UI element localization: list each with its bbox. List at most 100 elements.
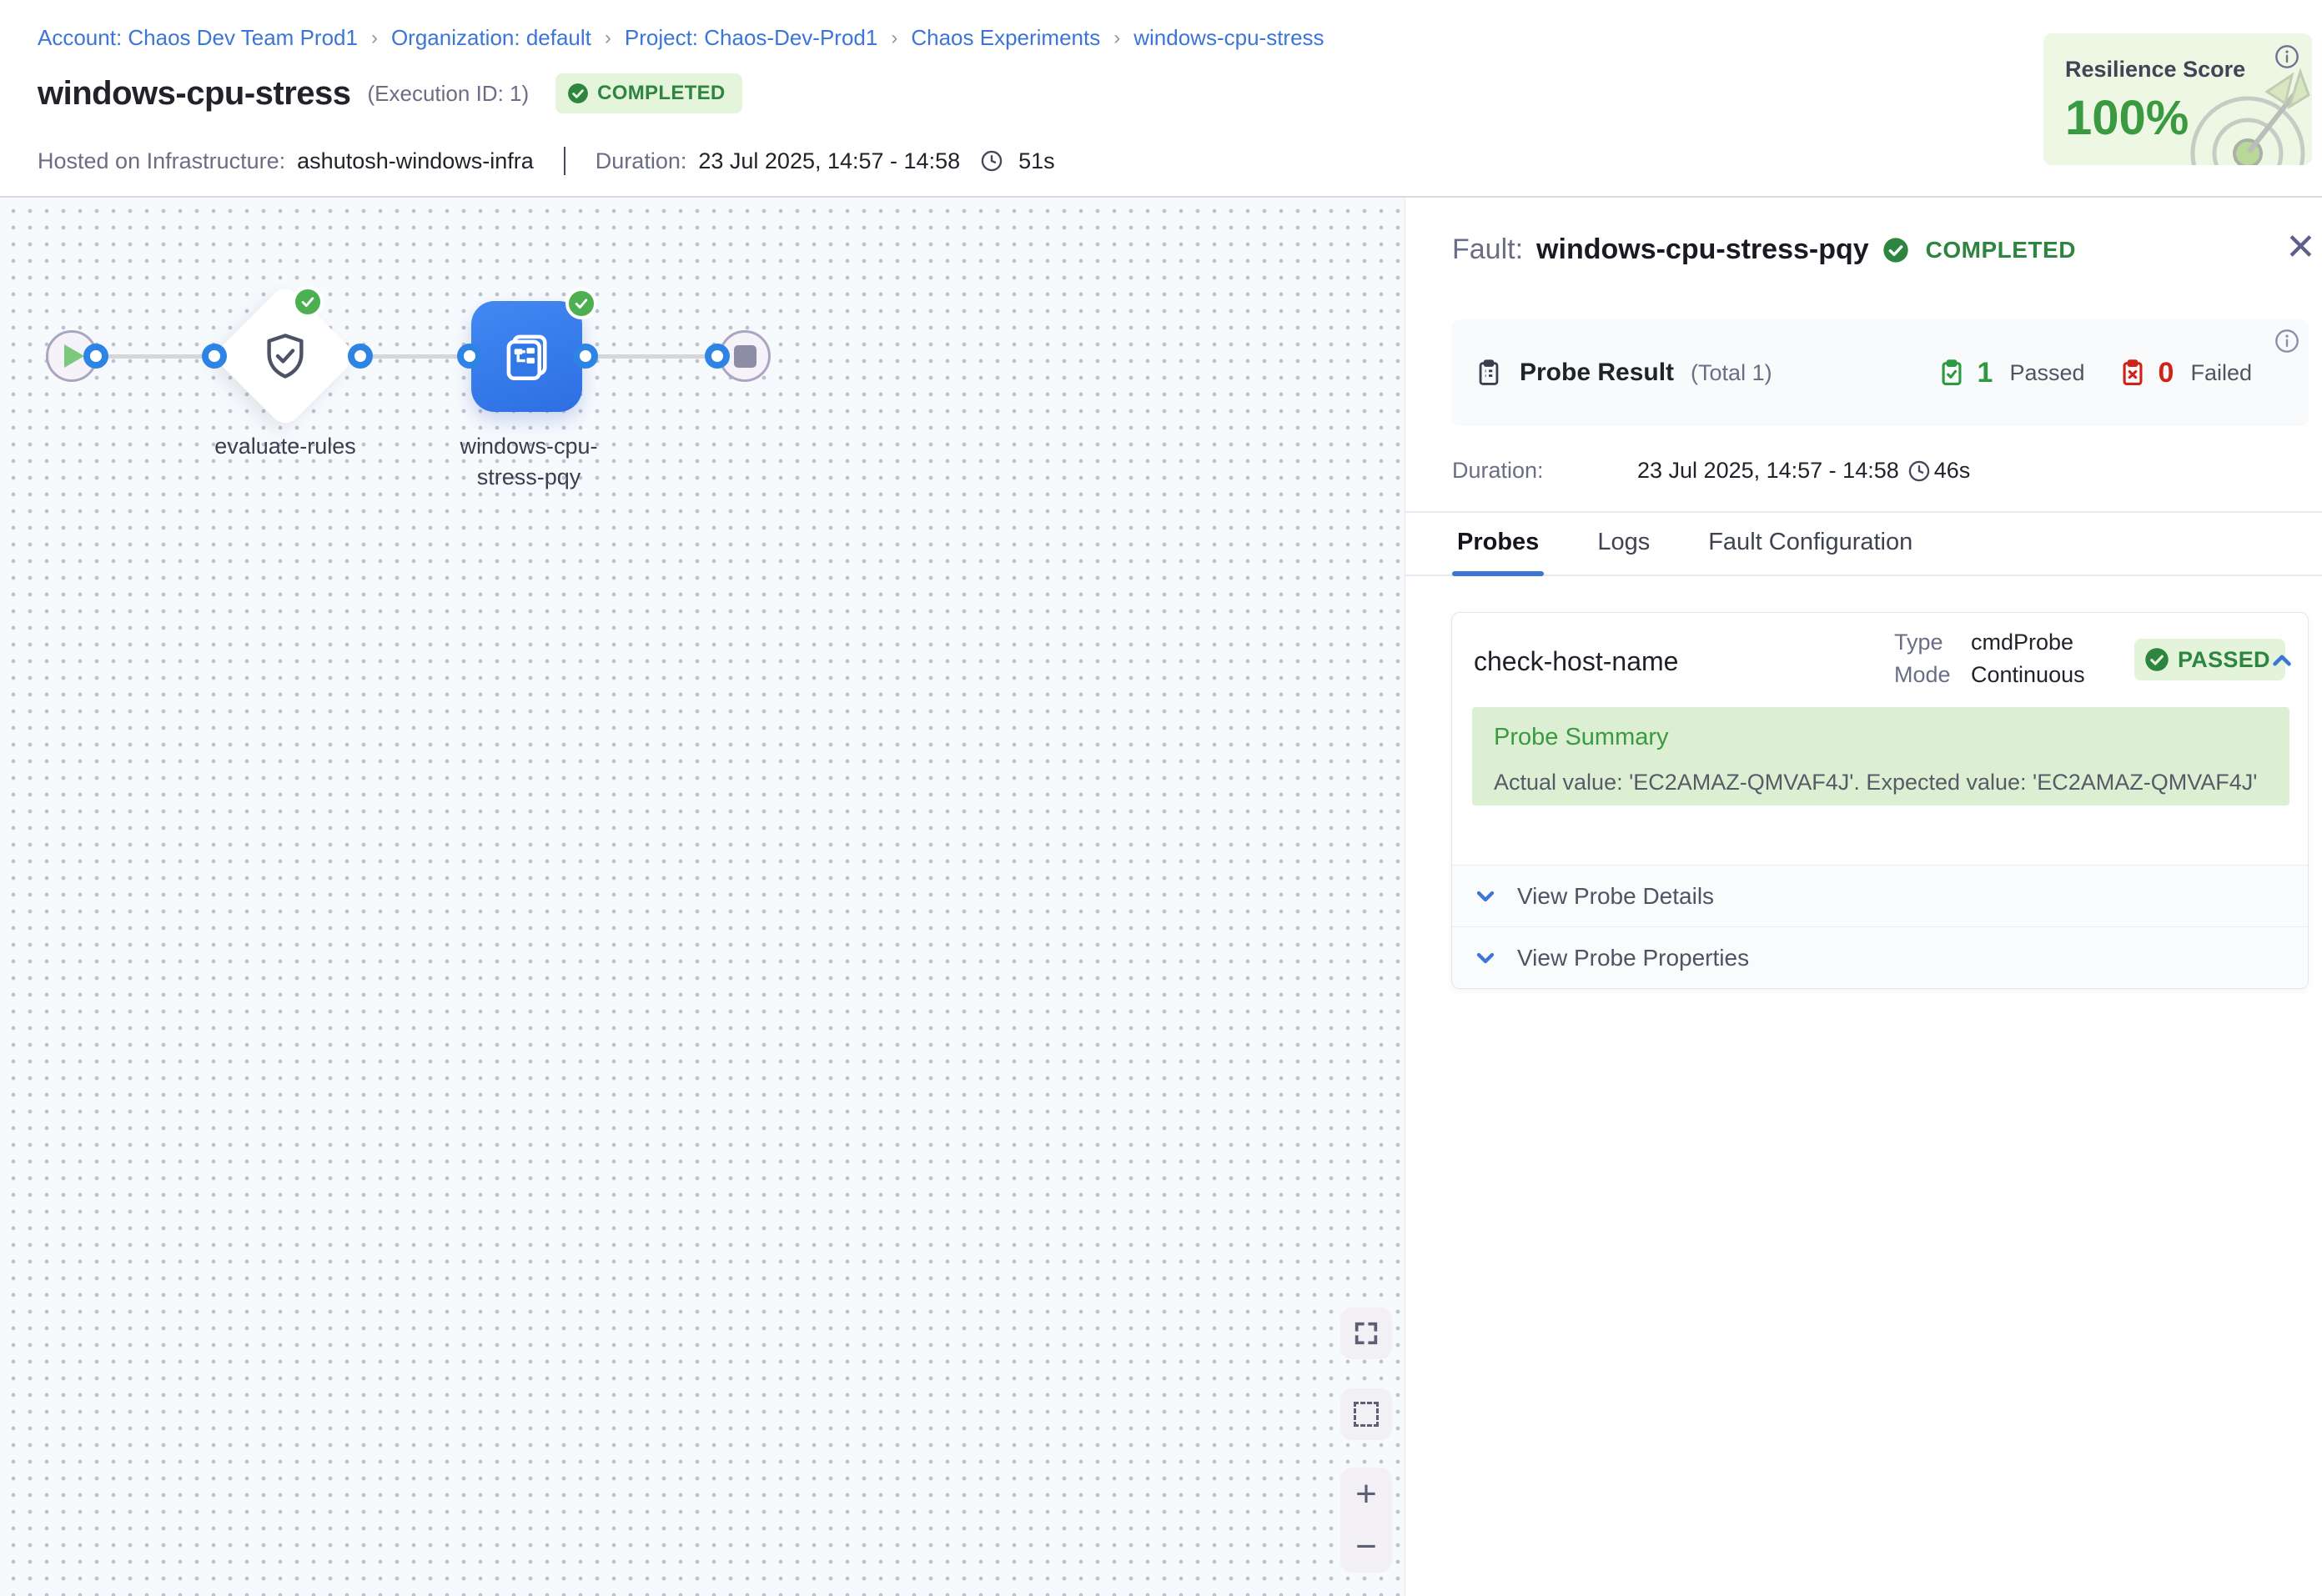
probe-result-card: Probe Result (Total 1) 1 Passed 0 Failed xyxy=(1451,319,2309,426)
probe-result-total: (Total 1) xyxy=(1691,360,1772,386)
status-badge: COMPLETED xyxy=(555,73,741,113)
failed-count: 0 xyxy=(2159,357,2174,389)
chevron-down-icon xyxy=(1472,883,1499,910)
tab-probes[interactable]: Probes xyxy=(1452,529,1544,575)
fullscreen-icon xyxy=(1352,1319,1380,1348)
breadcrumb-separator: › xyxy=(1113,27,1120,50)
panel-header: Fault: windows-cpu-stress-pqy COMPLETED xyxy=(1452,233,2076,266)
view-probe-properties-row[interactable]: View Probe Properties xyxy=(1452,926,2308,988)
clipboard-icon xyxy=(1475,359,1503,387)
panel-tabs: Probes Logs Fault Configuration xyxy=(1405,511,2322,576)
page-title: windows-cpu-stress xyxy=(38,75,351,113)
tab-logs[interactable]: Logs xyxy=(1592,529,1655,575)
tab-fault-configuration[interactable]: Fault Configuration xyxy=(1703,529,1917,575)
info-icon[interactable] xyxy=(2274,43,2300,70)
shield-check-icon xyxy=(259,329,312,383)
resilience-score-label: Resilience Score xyxy=(2065,57,2245,83)
header-meta-row: Hosted on Infrastructure: ashutosh-windo… xyxy=(38,147,1055,175)
edge-connector xyxy=(360,354,470,359)
close-icon[interactable]: ✕ xyxy=(2285,229,2316,266)
info-icon[interactable] xyxy=(2274,328,2300,354)
pipeline-canvas[interactable]: evaluate-rules windows-cpu- stress-pqy +… xyxy=(0,198,1405,1596)
fault-status: COMPLETED xyxy=(1926,237,2076,263)
play-icon xyxy=(64,344,84,368)
success-badge-icon xyxy=(565,288,597,319)
marquee-select-button[interactable] xyxy=(1340,1388,1392,1440)
node-port xyxy=(202,344,227,369)
view-probe-details-row[interactable]: View Probe Details xyxy=(1452,865,2308,926)
breadcrumb-project[interactable]: Project: Chaos-Dev-Prod1 xyxy=(625,25,877,51)
passed-label: Passed xyxy=(2009,360,2084,386)
fault-duration-value: 23 Jul 2025, 14:57 - 14:58 xyxy=(1637,458,1899,484)
edge-connector xyxy=(586,354,717,359)
resilience-score-value: 100% xyxy=(2065,90,2189,146)
probe-status-badge: PASSED xyxy=(2134,639,2285,680)
fault-duration-seconds: 46s xyxy=(1934,458,1971,484)
clock-icon xyxy=(980,149,1003,173)
probe-summary-title: Probe Summary xyxy=(1494,724,2268,751)
probe-mode-value: Continuous xyxy=(1971,662,2085,688)
node-port xyxy=(457,344,482,369)
fault-node-label-line1: windows-cpu- xyxy=(404,431,654,462)
experiment-icon xyxy=(499,329,555,385)
node-port xyxy=(83,344,108,369)
probe-type-label: Type xyxy=(1894,630,1971,655)
success-badge-icon xyxy=(292,286,324,318)
hosted-value: ashutosh-windows-infra xyxy=(297,148,534,174)
probe-summary-text: Actual value: 'EC2AMAZ-QMVAF4J'. Expecte… xyxy=(1494,770,2268,795)
breadcrumb-organization[interactable]: Organization: default xyxy=(391,25,591,51)
probe-mode-label: Mode xyxy=(1894,662,1971,688)
zoom-controls: + − xyxy=(1340,1468,1392,1573)
evaluate-rules-label: evaluate-rules xyxy=(160,431,410,462)
fault-name: windows-cpu-stress-pqy xyxy=(1536,233,1869,266)
fault-duration-label: Duration: xyxy=(1452,458,1637,484)
chevron-up-icon[interactable] xyxy=(2268,646,2296,675)
duration-value: 23 Jul 2025, 14:57 - 14:58 xyxy=(698,148,960,174)
check-circle-icon xyxy=(2144,647,2169,672)
edge-connector xyxy=(96,354,214,359)
breadcrumb: Account: Chaos Dev Team Prod1 › Organiza… xyxy=(38,25,1324,51)
probe-card: check-host-name Type cmdProbe Mode Conti… xyxy=(1451,612,2309,989)
probe-name: check-host-name xyxy=(1474,646,1678,677)
fault-label: Fault: xyxy=(1452,233,1523,266)
view-probe-details-label: View Probe Details xyxy=(1517,883,1714,910)
node-port xyxy=(573,344,598,369)
probe-meta: Type cmdProbe Mode Continuous xyxy=(1894,630,2085,688)
probe-type-value: cmdProbe xyxy=(1971,630,2085,655)
failed-label: Failed xyxy=(2190,360,2252,386)
breadcrumb-account[interactable]: Account: Chaos Dev Team Prod1 xyxy=(38,25,358,51)
breadcrumb-separator: › xyxy=(371,27,378,50)
stop-icon xyxy=(734,345,756,368)
breadcrumb-separator: › xyxy=(891,27,897,50)
duration-label: Duration: xyxy=(596,148,687,174)
probe-summary-box: Probe Summary Actual value: 'EC2AMAZ-QMV… xyxy=(1472,707,2289,806)
passed-count: 1 xyxy=(1978,357,1993,389)
probe-card-actions: View Probe Details View Probe Properties xyxy=(1452,865,2308,988)
breadcrumb-separator: › xyxy=(605,27,611,50)
check-circle-icon xyxy=(567,83,589,104)
view-probe-properties-label: View Probe Properties xyxy=(1517,945,1749,971)
check-circle-icon xyxy=(1882,237,1909,263)
duration-seconds: 51s xyxy=(1018,148,1055,174)
fullscreen-button[interactable] xyxy=(1340,1307,1392,1359)
zoom-in-button[interactable]: + xyxy=(1355,1476,1377,1513)
fault-node-label-line2: stress-pqy xyxy=(404,462,654,493)
execution-id: (Execution ID: 1) xyxy=(368,81,530,107)
probe-status-label: PASSED xyxy=(2178,647,2270,673)
breadcrumb-current[interactable]: windows-cpu-stress xyxy=(1133,25,1324,51)
zoom-out-button[interactable]: − xyxy=(1355,1528,1377,1565)
clock-icon xyxy=(1907,459,1931,483)
marquee-icon xyxy=(1354,1402,1379,1427)
clipboard-x-icon xyxy=(2118,359,2147,387)
node-port xyxy=(705,344,730,369)
node-port xyxy=(348,344,373,369)
chevron-down-icon xyxy=(1472,945,1499,971)
fault-node[interactable] xyxy=(471,301,582,412)
breadcrumb-chaos-experiments[interactable]: Chaos Experiments xyxy=(911,25,1100,51)
clipboard-check-icon xyxy=(1938,359,1966,387)
fault-details-panel: Fault: windows-cpu-stress-pqy COMPLETED … xyxy=(1405,198,2322,1596)
meta-divider xyxy=(564,147,565,175)
resilience-score-card: Resilience Score 100% xyxy=(2043,33,2312,165)
app-root: Account: Chaos Dev Team Prod1 › Organiza… xyxy=(0,0,2322,1596)
fault-duration-row: Duration: 23 Jul 2025, 14:57 - 14:58 46s xyxy=(1452,458,2286,484)
